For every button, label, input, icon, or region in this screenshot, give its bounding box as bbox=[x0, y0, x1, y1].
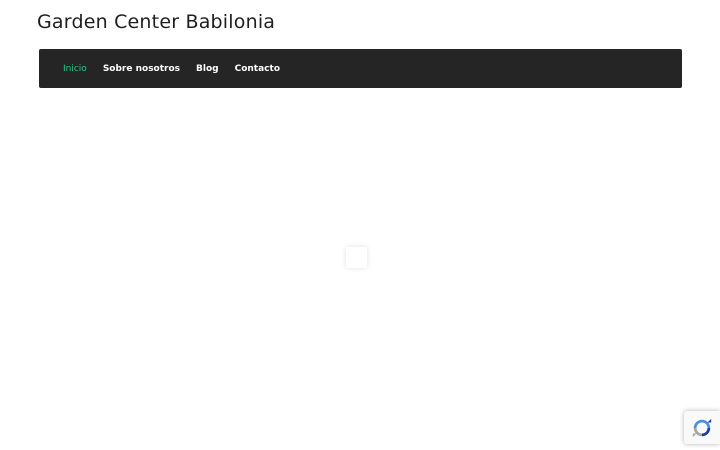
nav-item-inicio[interactable]: Inicio bbox=[63, 64, 87, 74]
page: Garden Center Babilonia Inicio Sobre nos… bbox=[0, 0, 720, 450]
site-title[interactable]: Garden Center Babilonia bbox=[37, 11, 275, 33]
nav-item-blog[interactable]: Blog bbox=[196, 64, 219, 74]
nav-item-contacto[interactable]: Contacto bbox=[235, 64, 280, 74]
main-navbar: Inicio Sobre nosotros Blog Contacto bbox=[39, 49, 682, 88]
recaptcha-icon bbox=[691, 417, 713, 439]
recaptcha-badge[interactable] bbox=[684, 411, 720, 444]
loading-spinner-box bbox=[346, 247, 367, 268]
nav-item-sobre-nosotros[interactable]: Sobre nosotros bbox=[103, 64, 180, 74]
